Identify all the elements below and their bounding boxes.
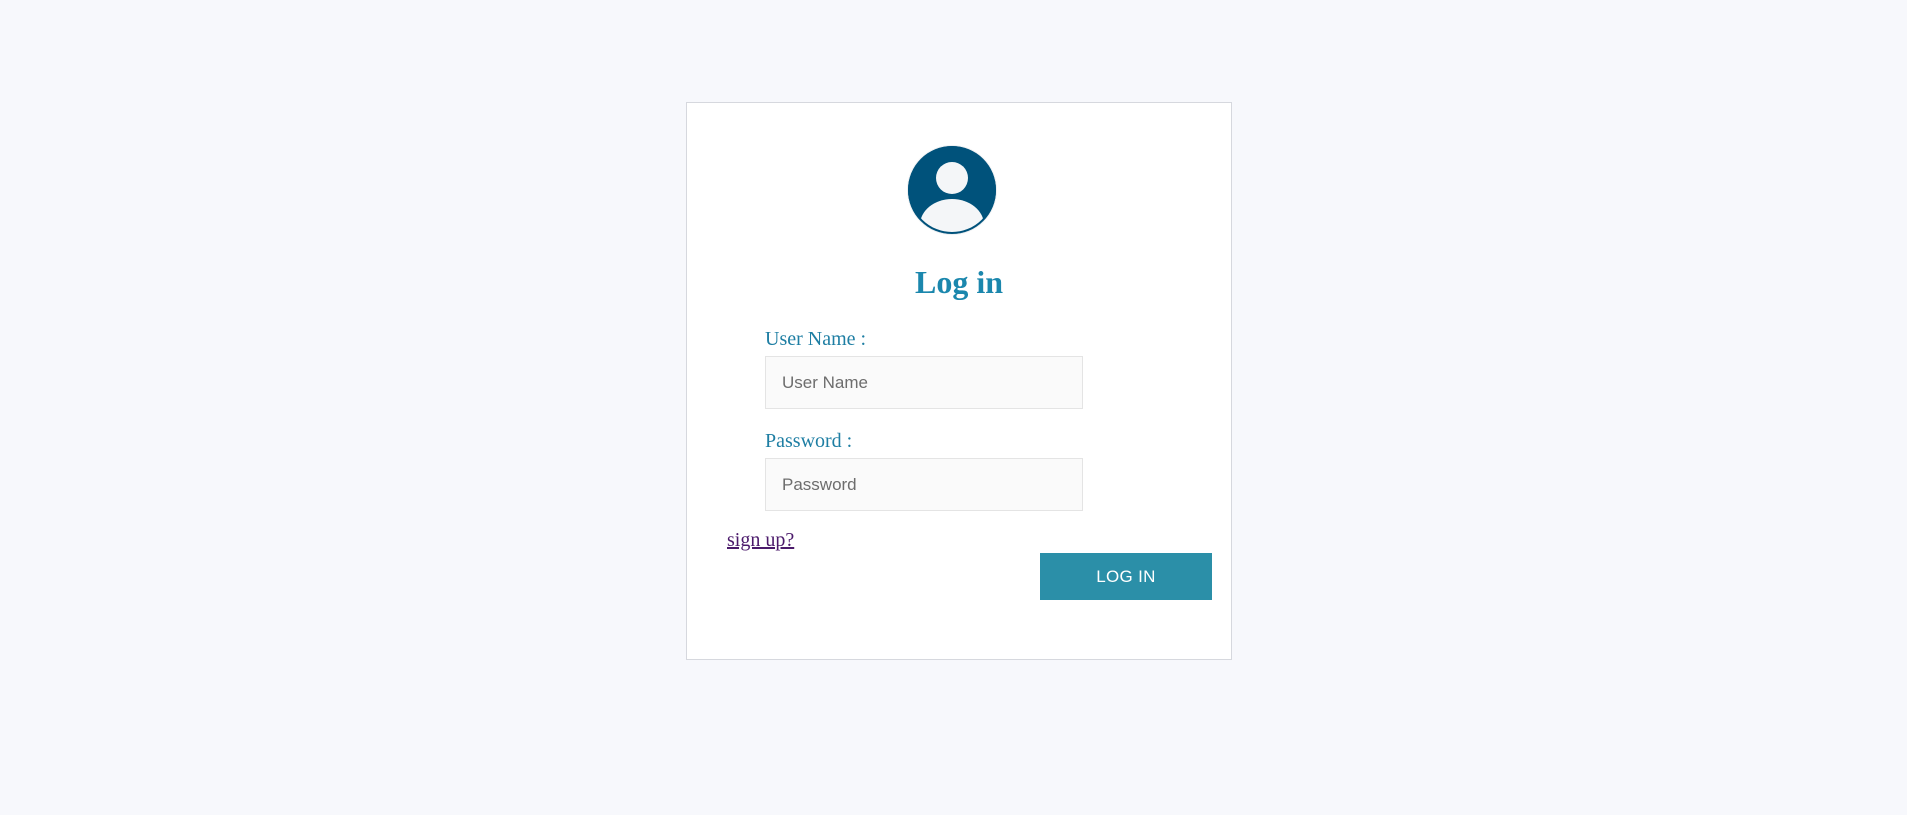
username-label: User Name : — [765, 328, 867, 350]
username-input[interactable] — [765, 356, 1083, 409]
login-card: Log in User Name : Password : sign up? L… — [686, 102, 1232, 660]
login-button[interactable]: LOG IN — [1040, 553, 1212, 600]
password-input[interactable] — [765, 458, 1083, 511]
user-avatar-icon — [907, 145, 997, 235]
signup-link[interactable]: sign up? — [727, 530, 794, 550]
page-title: Log in — [914, 264, 1004, 300]
password-label: Password : — [765, 430, 853, 452]
